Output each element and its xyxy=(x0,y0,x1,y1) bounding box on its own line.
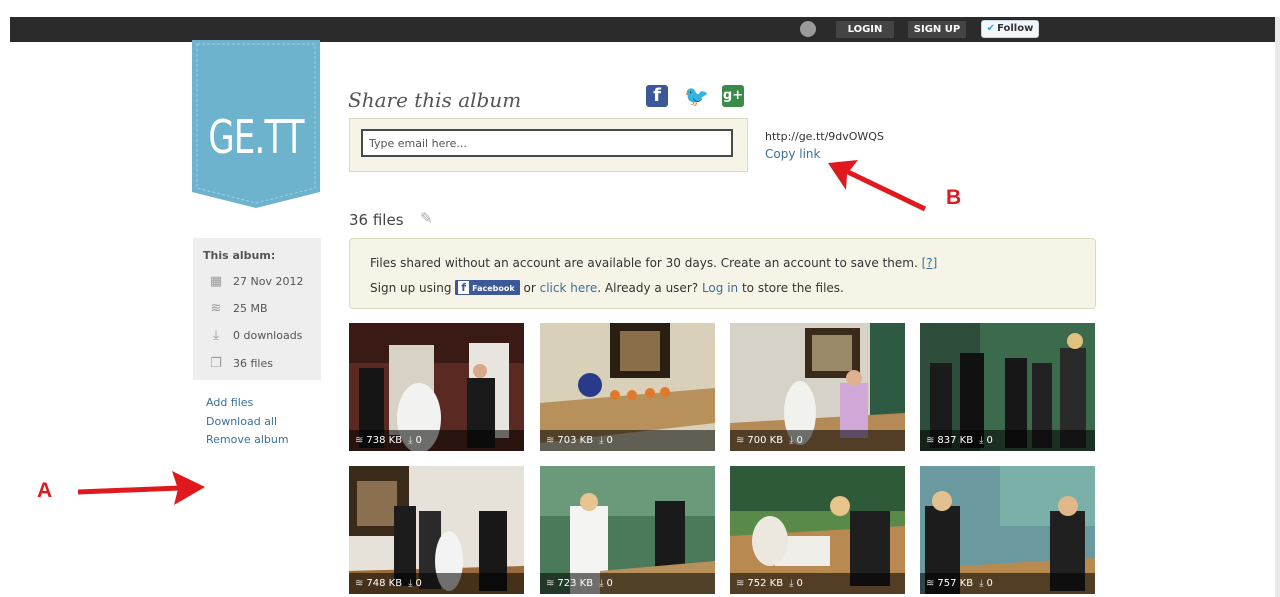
arrow-b xyxy=(828,160,927,212)
annotation-arrows xyxy=(77,160,927,505)
arrow-a xyxy=(77,471,205,505)
annotation-label-b: B xyxy=(946,186,962,209)
annotation-label-a: A xyxy=(37,479,53,502)
